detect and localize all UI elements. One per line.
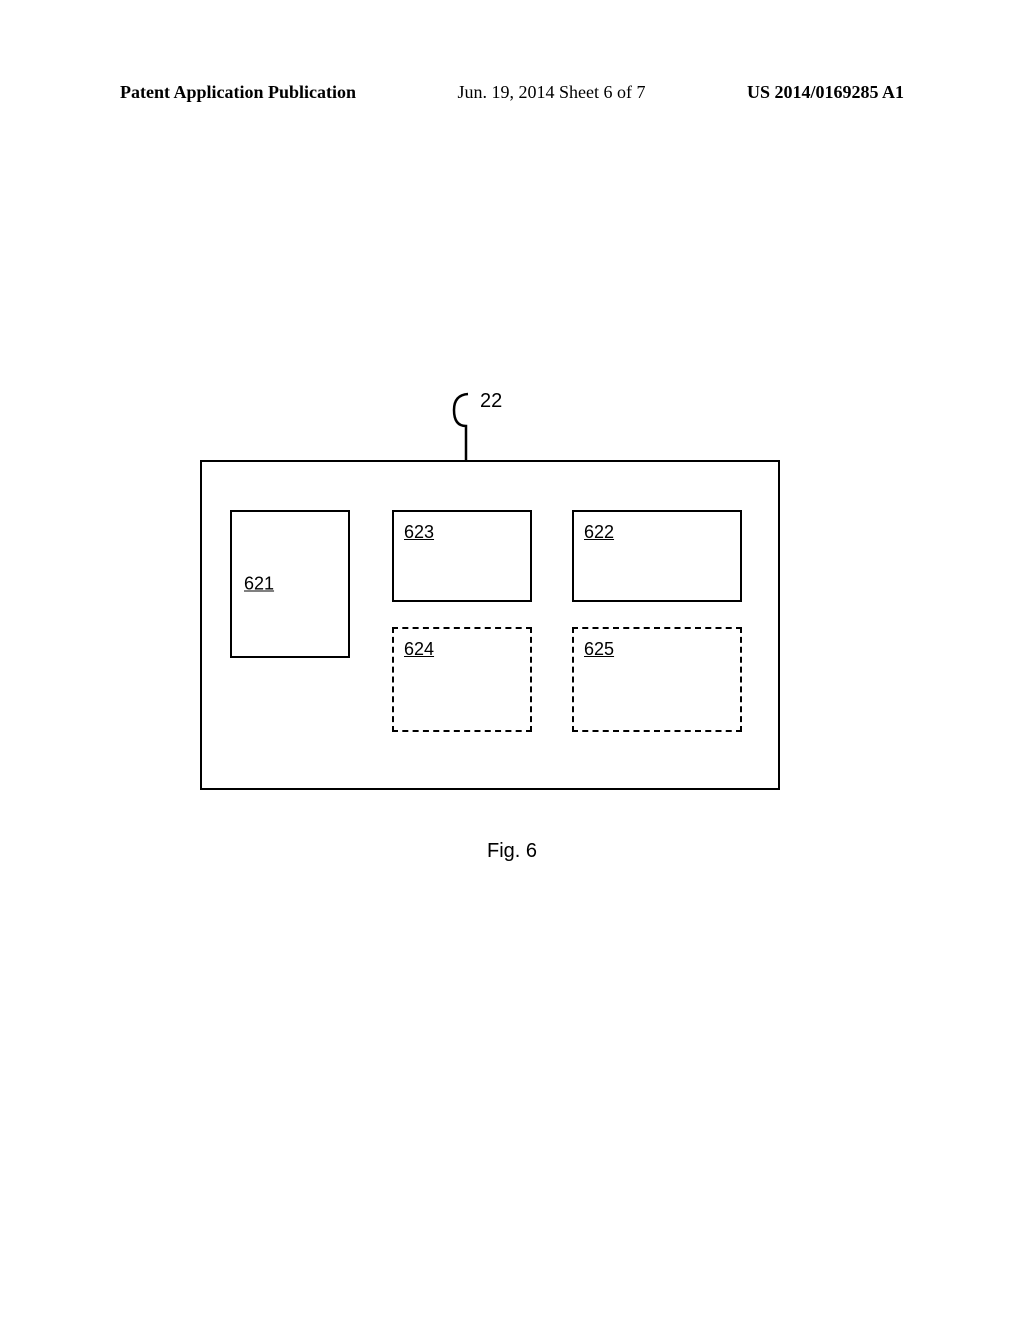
block-label: 624	[404, 639, 434, 660]
block-label: 621	[244, 574, 274, 595]
block-label: 623	[404, 522, 434, 543]
figure-caption: Fig. 6	[0, 840, 1024, 863]
block-621: 621	[230, 510, 350, 658]
diagram-figure: 22 621 622 623 624 625	[200, 420, 780, 800]
block-624: 624	[392, 627, 532, 732]
block-label: 625	[584, 639, 614, 660]
block-label: 622	[584, 522, 614, 543]
block-622: 622	[572, 510, 742, 602]
header-date-sheet: Jun. 19, 2014 Sheet 6 of 7	[458, 82, 646, 103]
page-header: Patent Application Publication Jun. 19, …	[0, 82, 1024, 103]
container-box-22: 621 622 623 624 625	[200, 460, 780, 790]
header-publication-number: US 2014/0169285 A1	[747, 82, 904, 103]
pointer-hook-icon	[448, 392, 478, 462]
container-reference-number: 22	[480, 390, 502, 413]
block-625: 625	[572, 627, 742, 732]
header-publication-type: Patent Application Publication	[120, 82, 356, 103]
block-623: 623	[392, 510, 532, 602]
